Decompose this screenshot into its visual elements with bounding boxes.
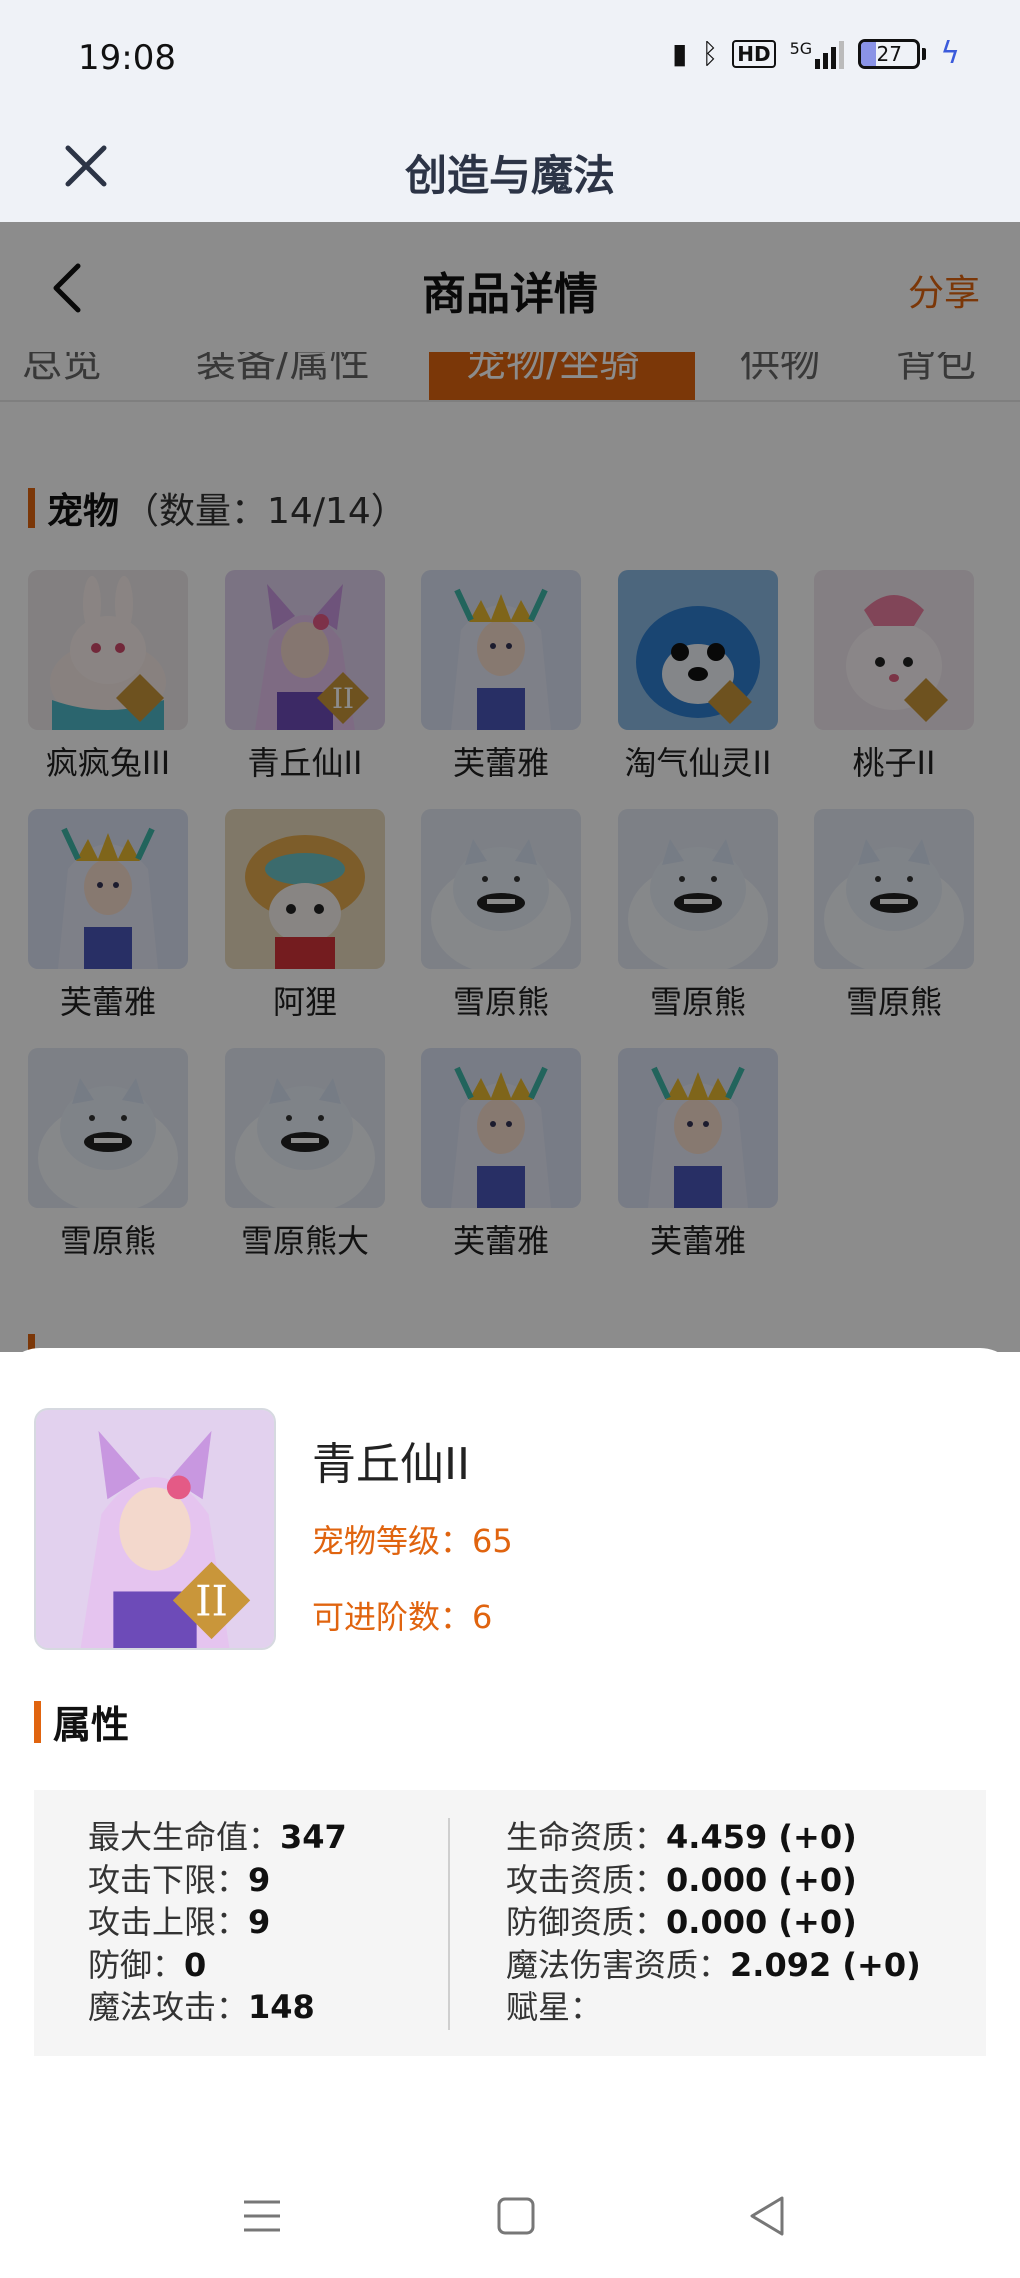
attribute-row: 攻击上限：9 bbox=[88, 1901, 347, 1944]
pet-detail-sheet: II 青丘仙II 宠物等级：65 可进阶数：6 属性 最大生命值：347 攻击下限… bbox=[0, 1348, 1020, 2278]
home-icon bbox=[497, 2197, 535, 2235]
attribute-value: 9 bbox=[248, 1903, 271, 1941]
app-bar: 创造与魔法 bbox=[0, 120, 1020, 222]
attribute-label: 防御资质： bbox=[506, 1903, 667, 1941]
hd-icon: HD bbox=[732, 39, 776, 68]
menu-button[interactable] bbox=[236, 2190, 288, 2242]
attribute-row: 攻击下限：9 bbox=[88, 1859, 347, 1902]
selected-pet-advance: 可进阶数：6 bbox=[312, 1598, 493, 1636]
attribute-value: 0.000 (+0) bbox=[666, 1903, 857, 1941]
attribute-label: 赋星： bbox=[506, 1988, 603, 2026]
attribute-row: 防御资质：0.000 (+0) bbox=[506, 1901, 921, 1944]
app-title: 创造与魔法 bbox=[404, 151, 615, 200]
attribute-label: 最大生命值： bbox=[88, 1818, 281, 1856]
attribute-label: 魔法伤害资质： bbox=[506, 1945, 731, 1984]
attributes-right: 生命资质：4.459 (+0) 攻击资质：0.000 (+0) 防御资质：0.000… bbox=[506, 1816, 921, 2029]
attribute-value: 2.092 (+0) bbox=[730, 1945, 921, 1984]
dim-overlay[interactable] bbox=[0, 222, 1020, 1352]
battery-fill bbox=[861, 41, 877, 66]
signal-icon: 5G bbox=[790, 39, 845, 69]
attribute-row: 生命资质：4.459 (+0) bbox=[506, 1816, 921, 1859]
battery-level: 27 bbox=[876, 41, 902, 66]
vibrate-icon: ▮ bbox=[672, 37, 688, 70]
selected-pet-thumbnail: II bbox=[34, 1408, 276, 1650]
attribute-label: 生命资质： bbox=[506, 1818, 667, 1856]
attribute-value: 148 bbox=[248, 1988, 315, 2026]
status-bar: 19:08 ▮ ᛒ HD 5G 27 ϟ bbox=[0, 0, 1020, 120]
selected-pet-level: 宠物等级：65 bbox=[312, 1522, 513, 1560]
attribute-row: 攻击资质：0.000 (+0) bbox=[506, 1859, 921, 1902]
attribute-row: 防御：0 bbox=[88, 1944, 347, 1987]
home-button[interactable] bbox=[490, 2190, 542, 2242]
battery-icon: 27 bbox=[858, 38, 927, 69]
attribute-row: 最大生命值：347 bbox=[88, 1816, 347, 1859]
menu-icon bbox=[244, 2200, 280, 2232]
attribute-label: 攻击资质： bbox=[506, 1860, 667, 1899]
attributes-divider bbox=[448, 1818, 450, 2030]
attribute-row: 魔法攻击：148 bbox=[88, 1986, 347, 2029]
section-accent bbox=[34, 1700, 41, 1743]
attributes-label: 属性 bbox=[53, 1703, 130, 1747]
attribute-value: 9 bbox=[248, 1860, 271, 1899]
triangle-back-icon bbox=[750, 2196, 784, 2236]
bluetooth-icon: ᛒ bbox=[701, 37, 719, 70]
status-time: 19:08 bbox=[78, 38, 176, 78]
attribute-label: 攻击下限： bbox=[88, 1860, 249, 1899]
attributes-panel: 最大生命值：347 攻击下限：9 攻击上限：9 防御：0 魔法攻击：148 生命资质：4… bbox=[34, 1790, 986, 2056]
attribute-value: 4.459 (+0) bbox=[666, 1818, 857, 1856]
back-nav-button[interactable] bbox=[742, 2190, 794, 2242]
attributes-left: 最大生命值：347 攻击下限：9 攻击上限：9 防御：0 魔法攻击：148 bbox=[88, 1816, 347, 2029]
charging-icon: ϟ bbox=[940, 36, 960, 71]
fox-fairy-icon: II bbox=[36, 1410, 274, 1648]
system-nav-bar bbox=[0, 2150, 1020, 2278]
attributes-title: 属性 bbox=[34, 1694, 129, 1749]
attribute-value: 0 bbox=[184, 1945, 207, 1984]
svg-text:II: II bbox=[195, 1576, 228, 1625]
attribute-value: 0.000 (+0) bbox=[666, 1860, 857, 1899]
attribute-label: 防御： bbox=[88, 1945, 185, 1984]
attribute-row: 赋星： bbox=[506, 1986, 921, 2029]
status-icons: ▮ ᛒ HD 5G 27 ϟ bbox=[672, 36, 960, 71]
attribute-label: 攻击上限： bbox=[88, 1903, 249, 1941]
attribute-row: 魔法伤害资质：2.092 (+0) bbox=[506, 1944, 921, 1987]
selected-pet-name: 青丘仙II bbox=[312, 1439, 470, 1490]
attribute-label: 魔法攻击： bbox=[88, 1988, 249, 2026]
attribute-value: 347 bbox=[280, 1818, 347, 1856]
